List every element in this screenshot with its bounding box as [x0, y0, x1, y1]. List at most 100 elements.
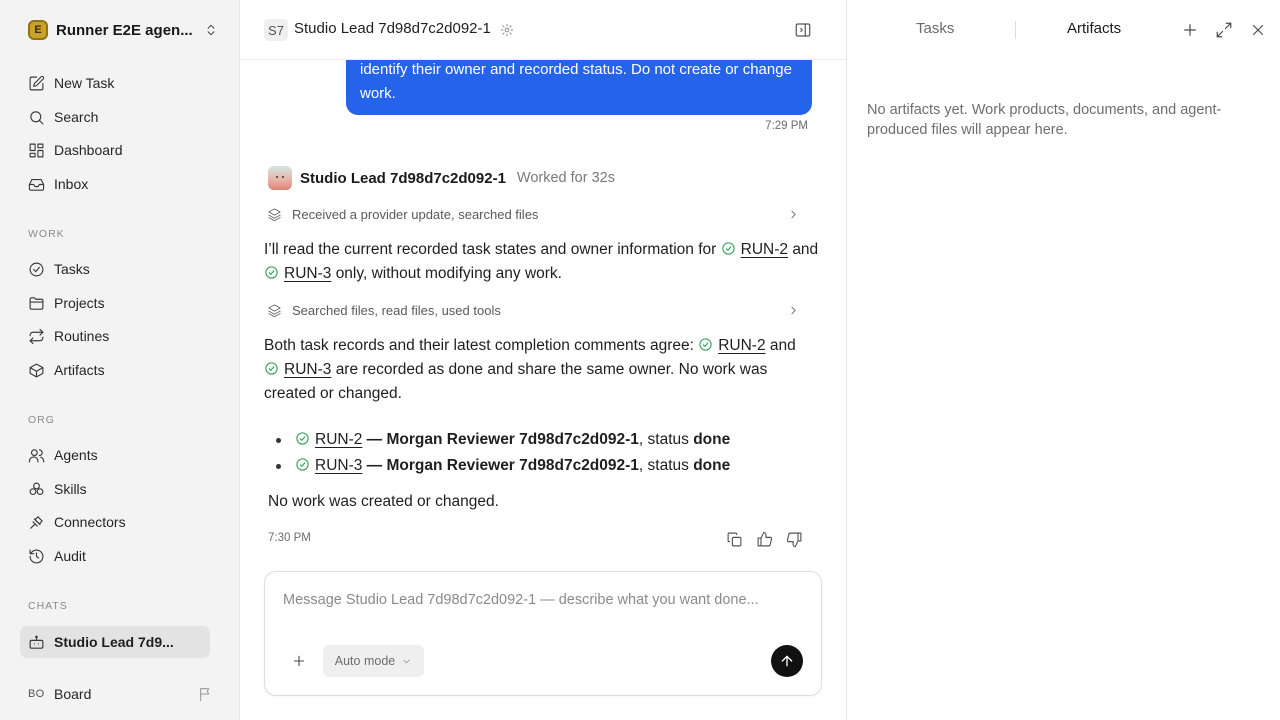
nav-tasks[interactable]: Tasks	[28, 257, 218, 281]
activity-summary-2[interactable]: Searched files, read files, used tools	[264, 300, 810, 320]
section-work: WORK	[28, 228, 65, 240]
nav-audit[interactable]: Audit	[28, 544, 218, 568]
check-circle-icon	[265, 362, 278, 375]
para1-text-c: only, without modifying any work.	[335, 265, 562, 282]
skills-icon	[29, 482, 44, 495]
chat-main: S7 Studio Lead 7d98d7c2d092-1 identify t…	[240, 0, 847, 720]
para2-text-a: Both task records and their latest compl…	[264, 337, 694, 354]
layers-icon	[268, 303, 281, 317]
nav-dashboard-label: Dashboard	[54, 142, 123, 158]
task-link-run-3[interactable]: RUN-3	[284, 265, 331, 282]
nav-new-task[interactable]: New Task	[28, 71, 218, 95]
nav-skills[interactable]: Skills	[28, 477, 218, 501]
board-label: Board	[54, 686, 92, 702]
nav-agents-label: Agents	[54, 447, 98, 463]
task-link-run-3[interactable]: RUN-3	[284, 361, 331, 378]
nav-artifacts[interactable]: Artifacts	[28, 358, 218, 382]
repeat-icon	[29, 328, 44, 344]
board-switcher[interactable]: BO Board	[28, 683, 214, 705]
close-icon[interactable]	[1249, 21, 1267, 39]
task-link[interactable]: RUN-3	[315, 457, 362, 474]
check-circle-icon	[29, 262, 44, 276]
worked-duration: Worked for 32s	[516, 170, 615, 186]
plus-icon[interactable]	[1181, 21, 1199, 39]
nav-audit-label: Audit	[54, 548, 86, 564]
copy-icon[interactable]	[726, 531, 743, 548]
para1-text-b: and	[792, 241, 819, 258]
flag-icon[interactable]	[198, 686, 214, 702]
chevron-right-icon	[791, 210, 796, 218]
tab-artifacts[interactable]: Artifacts	[1067, 20, 1121, 37]
gear-icon[interactable]	[500, 23, 514, 37]
task-link[interactable]: RUN-2	[315, 431, 362, 448]
nav-dashboard[interactable]: Dashboard	[28, 138, 218, 162]
users-icon	[28, 448, 45, 462]
nav-inbox-label: Inbox	[54, 176, 89, 192]
nav-search-label: Search	[54, 109, 99, 125]
agent-message-time: 7:30 PM	[268, 532, 311, 544]
nav-search[interactable]: Search	[28, 105, 218, 129]
section-chats: CHATS	[28, 600, 68, 612]
artifacts-empty-state: No artifacts yet. Work products, documen…	[867, 102, 1222, 138]
list-item: RUN-3 — Morgan Reviewer 7d98d7c2d092-1, …	[276, 454, 816, 480]
nav-artifacts-label: Artifacts	[54, 362, 105, 378]
nav-skills-label: Skills	[54, 481, 87, 497]
nav-connectors[interactable]: Connectors	[28, 510, 218, 534]
agent-message-header: Studio Lead 7d98d7c2d092-1 Worked for 32…	[268, 166, 615, 190]
activity-summary-1[interactable]: Received a provider update, searched fil…	[264, 204, 810, 224]
list-item: RUN-2 — Morgan Reviewer 7d98d7c2d092-1, …	[276, 428, 816, 454]
owner-separator: —	[362, 457, 387, 474]
send-button[interactable]	[771, 645, 803, 677]
sidebar-toggle-icon[interactable]	[794, 21, 812, 39]
check-circle-icon	[721, 242, 735, 255]
chevron-updown-icon	[207, 24, 215, 36]
agent-paragraph-2: Both task records and their latest compl…	[264, 334, 820, 406]
nav-tasks-label: Tasks	[54, 261, 90, 277]
status-value: done	[693, 457, 731, 474]
expand-icon[interactable]	[1215, 21, 1233, 39]
activity-summary-1-label: Received a provider update, searched fil…	[292, 206, 539, 222]
nav-inbox[interactable]: Inbox	[28, 172, 218, 196]
board-avatar: BO	[28, 688, 45, 700]
task-link-run-2[interactable]: RUN-2	[741, 241, 788, 258]
nav-projects[interactable]: Projects	[28, 291, 218, 315]
chat-item-studio-lead[interactable]: Studio Lead 7d9...	[20, 626, 210, 658]
workspace-logo: E	[28, 20, 48, 40]
sidebar: E Runner E2E agen... New Task Search Das…	[0, 0, 240, 720]
para2-text-b: and	[769, 337, 796, 354]
task-link-run-2[interactable]: RUN-2	[718, 337, 765, 354]
workspace-name: Runner E2E agen...	[56, 21, 193, 39]
nav-connectors-label: Connectors	[54, 514, 126, 530]
thumbs-up-icon[interactable]	[756, 531, 773, 548]
nav-routines[interactable]: Routines	[28, 324, 218, 348]
agent-badge: S7	[264, 19, 288, 41]
workspace-switcher[interactable]: E Runner E2E agen...	[28, 19, 218, 41]
box-icon	[29, 363, 44, 377]
nav-agents[interactable]: Agents	[28, 443, 218, 467]
para1-text-a: I’ll read the current recorded task stat…	[264, 241, 717, 258]
owner-separator: —	[362, 431, 387, 448]
agent-final-line: No work was created or changed.	[268, 493, 499, 510]
check-circle-icon	[296, 458, 309, 471]
tab-tasks[interactable]: Tasks	[916, 20, 954, 37]
chat-header: S7 Studio Lead 7d98d7c2d092-1	[240, 0, 846, 60]
inbox-icon	[28, 178, 45, 191]
history-icon	[29, 549, 44, 563]
owner-name: Morgan Reviewer 7d98d7c2d092-1	[386, 457, 639, 474]
thumbs-down-icon[interactable]	[786, 531, 803, 548]
activity-summary-2-label: Searched files, read files, used tools	[292, 302, 501, 318]
layers-icon	[268, 207, 281, 221]
check-circle-icon	[699, 338, 712, 351]
artifacts-panel: Tasks Artifacts No artifacts yet. Work p…	[847, 0, 1280, 720]
message-input[interactable]	[283, 592, 803, 608]
owner-name: Morgan Reviewer 7d98d7c2d092-1	[386, 431, 639, 448]
mode-selector[interactable]: Auto mode	[323, 645, 424, 677]
section-org: ORG	[28, 414, 55, 426]
status-prefix: , status	[638, 457, 694, 474]
plus-icon[interactable]	[291, 653, 307, 669]
chat-item-label: Studio Lead 7d9...	[54, 634, 174, 650]
dashboard-icon	[29, 143, 44, 157]
tab-divider	[1015, 21, 1016, 39]
arrow-up-icon	[781, 655, 793, 667]
folder-icon	[29, 296, 44, 310]
